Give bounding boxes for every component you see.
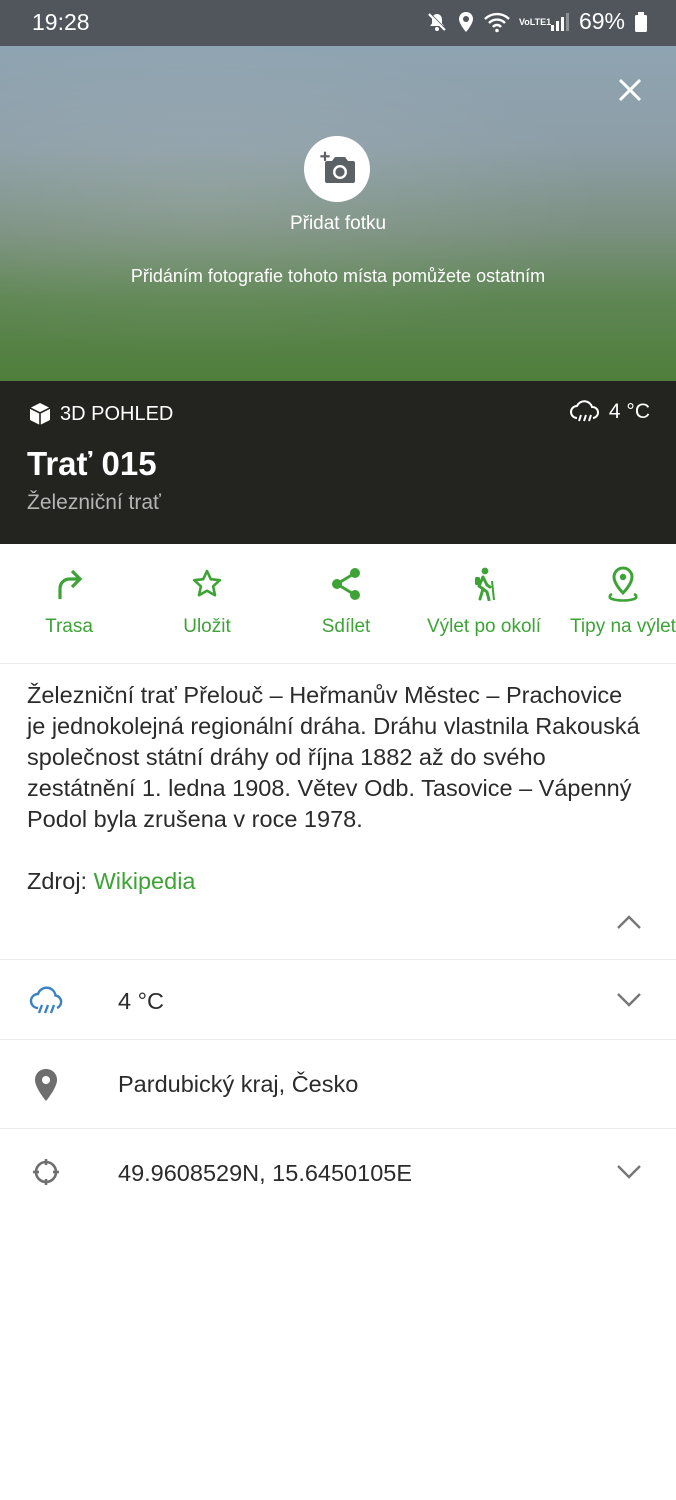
coordinates-row[interactable]: 49.9608529N, 15.6450105E (0, 1128, 676, 1216)
status-icons: VoLTE1 69% (426, 8, 648, 35)
chevron-down-icon[interactable] (616, 992, 642, 1013)
save-label: Uložit (183, 616, 231, 637)
place-type: Železniční trať (27, 491, 161, 514)
location-pin-icon (33, 1068, 59, 1107)
collapse-description-button[interactable] (616, 914, 642, 935)
region-text: Pardubický kraj, Česko (118, 1071, 359, 1097)
view-3d-button[interactable]: 3D POHLED (28, 402, 173, 426)
status-bar: 19:28 VoLTE1 69% (0, 0, 676, 46)
description-source: Zdroj: Wikipedia (27, 866, 195, 897)
route-label: Trasa (45, 616, 93, 637)
wikipedia-link[interactable]: Wikipedia (94, 868, 196, 894)
header-weather-temp: 4 °C (608, 400, 650, 423)
cube-icon (29, 403, 51, 425)
gps-target-icon (32, 1158, 60, 1191)
battery-percent: 69% (578, 8, 625, 34)
add-photo-label: Přidat fotku (289, 213, 387, 234)
add-photo-hint: Přidáním fotografie tohoto místa pomůžet… (130, 266, 546, 286)
weather-temp: 4 °C (118, 988, 164, 1014)
source-prefix: Zdroj: (27, 868, 94, 894)
trip-tips-button[interactable]: Tipy na výlet (553, 566, 676, 638)
header-weather: 4 °C (569, 400, 650, 424)
route-arrow-icon (58, 569, 83, 599)
save-button[interactable]: Uložit (137, 566, 277, 638)
place-description: Železniční trať Přelouč – Heřmanův Měste… (27, 682, 640, 832)
volte-badge: VoLTE1 (518, 16, 552, 27)
coordinates-text: 49.9608529N, 15.6450105E (118, 1160, 413, 1186)
weather-row[interactable]: 4 °C (0, 959, 676, 1039)
place-header: 3D POHLED 4 °C Trať 015 Železniční trať (0, 381, 676, 544)
add-photo-button[interactable] (304, 136, 370, 202)
photo-placeholder: Přidat fotku Přidáním fotografie tohoto … (0, 46, 676, 381)
location-icon (457, 11, 475, 33)
map-pin-icon (608, 566, 638, 602)
chevron-down-icon[interactable] (616, 1164, 642, 1185)
hiker-icon (475, 567, 495, 601)
status-time: 19:28 (32, 9, 90, 35)
nearby-trip-label: Výlet po okolí (426, 616, 542, 637)
signal-icon (550, 12, 570, 32)
cloud-rain-icon (569, 400, 599, 422)
close-icon (618, 78, 642, 102)
region-row: Pardubický kraj, Česko (0, 1039, 676, 1128)
view-3d-label: 3D POHLED (60, 402, 174, 425)
add-photo-icon (320, 151, 355, 183)
nearby-trip-button[interactable]: Výlet po okolí (414, 566, 554, 638)
mute-icon (426, 11, 448, 33)
trip-tips-label: Tipy na výlet (570, 616, 676, 637)
close-button[interactable] (614, 74, 646, 106)
cloud-rain-icon (28, 986, 66, 1021)
action-bar: Trasa Uložit Sdílet Výlet po okolí Tipy … (0, 544, 676, 664)
share-button[interactable]: Sdílet (276, 566, 416, 638)
route-button[interactable]: Trasa (0, 566, 139, 638)
share-label: Sdílet (321, 616, 371, 637)
share-icon (332, 568, 360, 600)
place-title: Trať 015 (27, 445, 157, 482)
chevron-up-icon (617, 915, 641, 929)
battery-icon (634, 11, 648, 33)
star-icon (192, 569, 222, 597)
wifi-icon (484, 11, 510, 33)
